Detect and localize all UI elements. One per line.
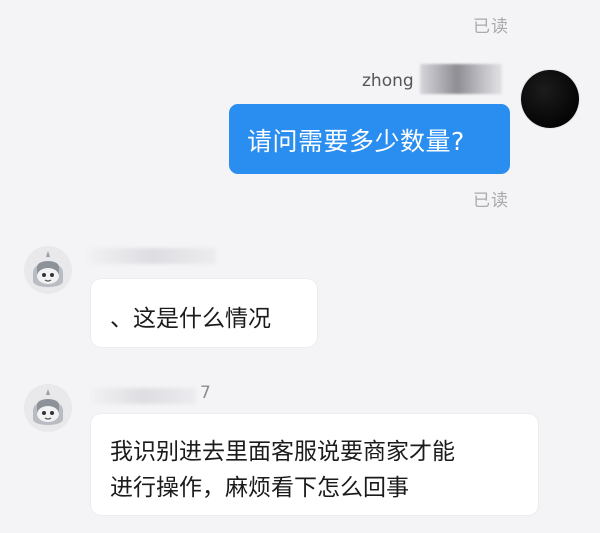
other-avatar-icon[interactable]: [23, 383, 73, 433]
self-avatar-icon[interactable]: [521, 70, 579, 128]
other-avatar-icon[interactable]: [23, 245, 73, 295]
self-message-bubble[interactable]: 请问需要多少数量?: [229, 104, 510, 174]
self-sender-name-redaction: [420, 64, 502, 94]
other-message-bubble-1[interactable]: 、这是什么情况: [91, 279, 317, 347]
read-status-top: 已读: [473, 17, 509, 37]
read-status-middle: 已读: [473, 191, 509, 211]
self-message-text: 请问需要多少数量?: [247, 127, 465, 156]
other-sender-name-redaction-1: [88, 248, 216, 264]
other-message-text-1: 、这是什么情况: [110, 306, 271, 332]
other-message-line-2: 进行操作，麻烦看下怎么回事: [110, 475, 409, 501]
other-message-line-1: 我识别进去里面客服说要商家才能: [110, 439, 455, 465]
other-sender-name-suffix-2: 7: [200, 383, 211, 403]
other-sender-name-redaction-2: [92, 388, 196, 404]
self-sender-name: zhong: [362, 71, 414, 91]
other-message-bubble-2[interactable]: 我识别进去里面客服说要商家才能 进行操作，麻烦看下怎么回事: [91, 414, 538, 515]
